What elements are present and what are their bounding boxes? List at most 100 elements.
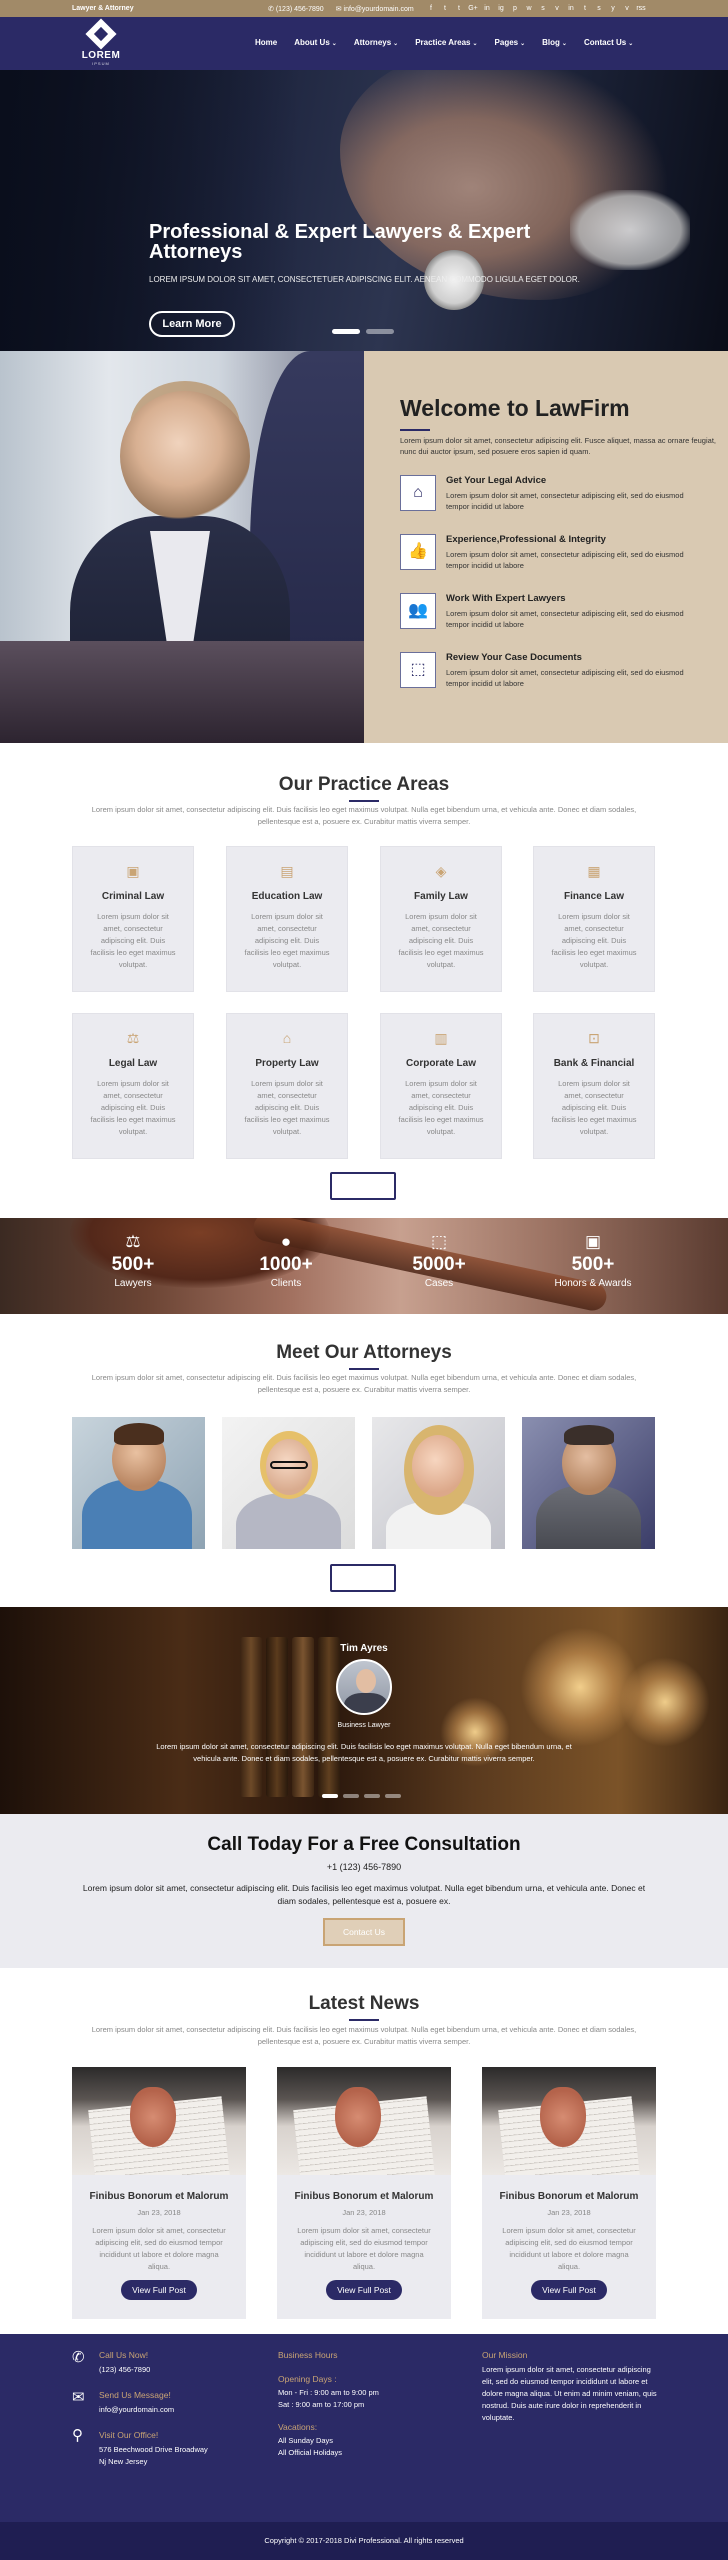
practice-card-title: Criminal Law: [101, 891, 165, 902]
practice-card-text: Lorem ipsum dolor sit amet, consectetur …: [244, 912, 330, 969]
copyright-bar: Copyright © 2017-2018 Divi Professional.…: [0, 2522, 728, 2560]
consult-title: Call Today For a Free Consultation: [207, 1834, 521, 1855]
attorneys-title: Meet Our Attorneys: [276, 1342, 452, 1363]
news-image[interactable]: [72, 2067, 246, 2175]
practice-card[interactable]: ⊡ Bank & Financial Lorem ipsum dolor sit a…: [533, 1013, 655, 1159]
attorney-photo[interactable]: [372, 1417, 505, 1549]
footer-mail-value[interactable]: info@yourdomain.com: [99, 2404, 174, 2416]
social-icon[interactable]: G+: [468, 3, 478, 14]
attorney-photo[interactable]: [522, 1417, 655, 1549]
feature-title: Get Your Legal Advice: [446, 475, 547, 486]
social-icon[interactable]: t: [440, 3, 450, 14]
phone-link[interactable]: ✆ (123) 456-7890: [268, 5, 324, 13]
practice-card[interactable]: ⚖ Legal Law Lorem ipsum dolor sit amet, co…: [72, 1013, 194, 1159]
attorney-face: [412, 1435, 464, 1497]
testimonial-slider: Tim Ayres Business Lawyer Lorem ipsum do…: [0, 1607, 728, 1814]
social-icon[interactable]: v: [622, 3, 632, 14]
email-link[interactable]: ✉ info@yourdomain.com: [336, 5, 414, 13]
stat-item: ⚖ 500+ Lawyers: [68, 1218, 198, 1289]
practice-card[interactable]: ▦ Finance Law Lorem ipsum dolor sit amet, …: [533, 846, 655, 992]
stat-label: Lawyers: [114, 1278, 152, 1289]
news-title[interactable]: Finibus Bonorum et Malorum: [72, 2191, 246, 2202]
practice-card[interactable]: ▤ Education Law Lorem ipsum dolor sit amet…: [226, 846, 348, 992]
logo-sub: IPSUM: [92, 61, 110, 66]
attorney-photo[interactable]: [222, 1417, 355, 1549]
social-icon[interactable]: in: [566, 3, 576, 14]
social-icon[interactable]: t: [580, 3, 590, 14]
view-full-post-button[interactable]: View Full Post: [531, 2280, 607, 2300]
social-icon[interactable]: s: [538, 3, 548, 14]
nav-item[interactable]: Home: [255, 38, 277, 47]
social-icon[interactable]: v: [552, 3, 562, 14]
view-all-attorneys-button[interactable]: [330, 1564, 396, 1592]
welcome-section: Welcome to LawFirm Lorem ipsum dolor sit…: [364, 351, 728, 743]
document-icon: ⬚: [430, 1232, 448, 1251]
slider-dot[interactable]: [385, 1794, 401, 1798]
title-underline: [349, 1368, 379, 1370]
social-icon[interactable]: y: [608, 3, 618, 14]
title-underline: [400, 429, 430, 431]
slider-dot[interactable]: [343, 1794, 359, 1798]
news-image[interactable]: [277, 2067, 451, 2175]
nav-item[interactable]: Pages ⌄: [495, 38, 526, 47]
news-image[interactable]: [482, 2067, 656, 2175]
view-full-post-button[interactable]: View Full Post: [121, 2280, 197, 2300]
news-title[interactable]: Finibus Bonorum et Malorum: [482, 2191, 656, 2202]
news-card: Finibus Bonorum et Malorum Jan 23, 2018 Lo…: [277, 2067, 451, 2319]
nav-item[interactable]: Practice Areas ⌄: [415, 38, 477, 47]
attorney-body: [236, 1493, 341, 1549]
document-icon: ⬚: [400, 652, 436, 688]
site-tagline: Lawyer & Attorney: [72, 5, 134, 12]
testimonial-dots: [322, 1794, 401, 1798]
view-full-post-button[interactable]: View Full Post: [326, 2280, 402, 2300]
social-icon[interactable]: p: [510, 3, 520, 14]
news-title[interactable]: Finibus Bonorum et Malorum: [277, 2191, 451, 2202]
social-icon[interactable]: ig: [496, 3, 506, 14]
stat-value: 1000+: [259, 1254, 313, 1275]
nav-item[interactable]: Blog ⌄: [542, 38, 567, 47]
welcome-title: Welcome to LawFirm: [400, 395, 630, 421]
news-excerpt: Lorem ipsum dolor sit amet, consectetur …: [502, 2226, 636, 2271]
practice-card-text: Lorem ipsum dolor sit amet, consectetur …: [551, 1079, 637, 1136]
footer-opening-saturday: Sat : 9:00 am to 17:00 pm: [278, 2400, 365, 2409]
social-icon[interactable]: f: [426, 3, 436, 14]
slider-dot[interactable]: [366, 329, 394, 334]
practice-card[interactable]: ▣ Criminal Law Lorem ipsum dolor sit amet,…: [72, 846, 194, 992]
attorney-photo[interactable]: [72, 1417, 205, 1549]
social-icon[interactable]: t: [454, 3, 464, 14]
stat-item: ⬚ 5000+ Cases: [374, 1218, 504, 1289]
title-underline: [349, 800, 379, 802]
nav-item[interactable]: About Us ⌄: [294, 38, 337, 47]
social-icon[interactable]: w: [524, 3, 534, 14]
practice-card[interactable]: ⌂ Property Law Lorem ipsum dolor sit amet,…: [226, 1013, 348, 1159]
slider-dot[interactable]: [364, 1794, 380, 1798]
social-links: f t t G+ in ig p w s v in t s y v rss: [426, 3, 646, 14]
envelope-icon: ✉: [72, 2389, 85, 2406]
footer-call-value[interactable]: (123) 456-7890: [99, 2364, 150, 2376]
house-icon: ⌂: [400, 475, 436, 511]
nav-item[interactable]: Attorneys ⌄: [354, 38, 398, 47]
learn-more-button[interactable]: Learn More: [149, 311, 235, 337]
footer-opening-weekdays: Mon - Fri : 9:00 am to 9:00 pm: [278, 2388, 379, 2397]
contact-us-button[interactable]: Contact Us: [323, 1918, 405, 1946]
stats-band: ⚖ 500+ Lawyers ● 1000+ Clients ⬚ 5000+ Cases ▣ 500…: [0, 1218, 728, 1314]
social-icon[interactable]: in: [482, 3, 492, 14]
testimonial-role: Business Lawyer: [337, 1722, 391, 1729]
practice-card[interactable]: ▥ Corporate Law Lorem ipsum dolor sit amet…: [380, 1013, 502, 1159]
footer-vacations-title: Vacations:: [278, 2422, 318, 2432]
social-icon[interactable]: s: [594, 3, 604, 14]
view-all-practice-button[interactable]: [330, 1172, 396, 1200]
testimonial-name: Tim Ayres: [340, 1643, 388, 1654]
social-icon[interactable]: rss: [636, 3, 646, 14]
news-card: Finibus Bonorum et Malorum Jan 23, 2018 Lo…: [72, 2067, 246, 2319]
slider-dot[interactable]: [332, 329, 360, 334]
stat-label: Clients: [270, 1278, 302, 1289]
nav-item[interactable]: Contact Us ⌄: [584, 38, 633, 47]
slider-dot[interactable]: [322, 1794, 338, 1798]
practice-card[interactable]: ◈ Family Law Lorem ipsum dolor sit amet, c…: [380, 846, 502, 992]
site-logo[interactable]: LOREM IPSUM: [78, 18, 124, 67]
nav-item-label: Contact Us: [583, 38, 627, 47]
chevron-down-icon: ⌄: [393, 41, 399, 47]
news-excerpt: Lorem ipsum dolor sit amet, consectetur …: [92, 2226, 226, 2271]
welcome-photo: [0, 351, 364, 743]
